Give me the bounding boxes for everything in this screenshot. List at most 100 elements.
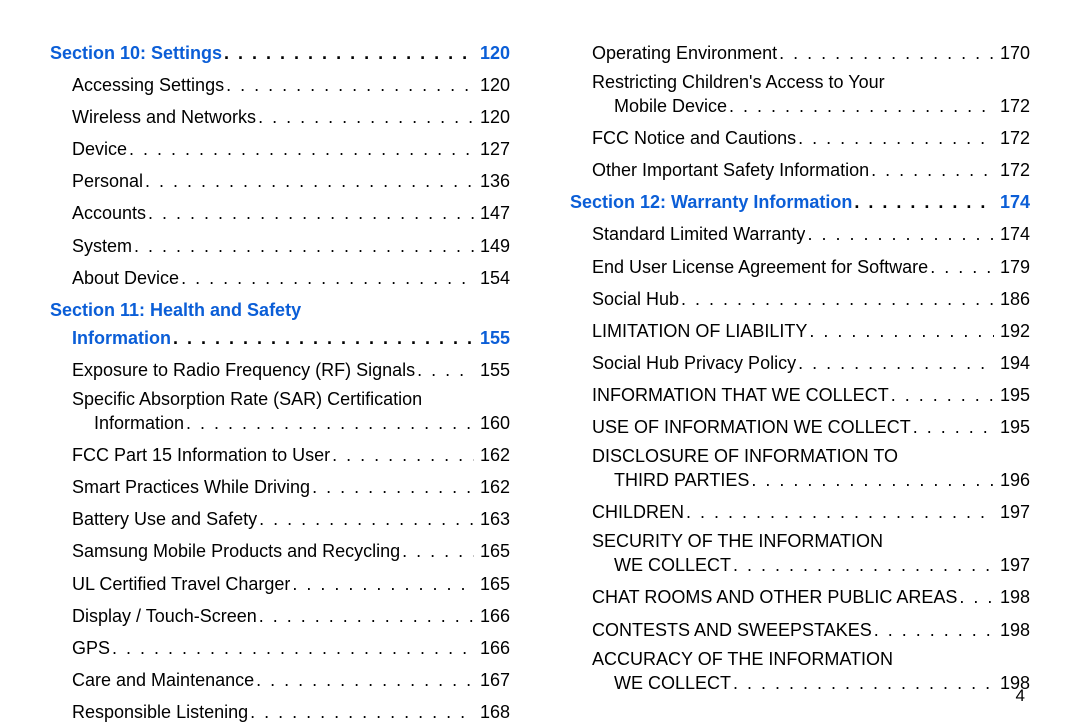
leader-dots xyxy=(226,72,474,98)
toc-entry-label: Other Important Safety Information xyxy=(592,157,869,183)
toc-entry[interactable]: Social Hub 186 xyxy=(570,286,1030,312)
toc-entry[interactable]: Exposure to Radio Frequency (RF) Signals… xyxy=(50,357,510,383)
toc-entry-label: Samsung Mobile Products and Recycling xyxy=(72,538,400,564)
leader-dots xyxy=(751,467,994,493)
toc-entry[interactable]: Accessing Settings120 xyxy=(50,72,510,98)
toc-entry[interactable]: End User License Agreement for Software1… xyxy=(570,254,1030,280)
toc-entry[interactable]: Samsung Mobile Products and Recycling165 xyxy=(50,538,510,564)
toc-entry-label: UL Certified Travel Charger xyxy=(72,571,290,597)
toc-entry[interactable]: UL Certified Travel Charger 165 xyxy=(50,571,510,597)
toc-section-label: Section 12: Warranty Information xyxy=(570,189,852,215)
leader-dots xyxy=(181,265,474,291)
toc-entry-label: Social Hub xyxy=(592,286,679,312)
toc-page-number: 154 xyxy=(476,265,510,291)
toc-entry[interactable]: SECURITY OF THE INFORMATION xyxy=(570,531,1030,552)
toc-page-number: 165 xyxy=(476,571,510,597)
leader-dots xyxy=(312,474,474,500)
toc-page-number: 197 xyxy=(996,499,1030,525)
toc-entry[interactable]: Operating Environment170 xyxy=(570,40,1030,66)
toc-entry[interactable]: System149 xyxy=(50,233,510,259)
toc-entry-label: Social Hub Privacy Policy xyxy=(592,350,796,376)
toc-entry[interactable]: Care and Maintenance167 xyxy=(50,667,510,693)
toc-page-number: 149 xyxy=(476,233,510,259)
toc-section-heading[interactable]: Section 12: Warranty Information 174 xyxy=(570,189,1030,215)
toc-entry[interactable]: Restricting Children's Access to Your xyxy=(570,72,1030,93)
toc-page-number: 174 xyxy=(996,221,1030,247)
toc-entry[interactable]: ACCURACY OF THE INFORMATION xyxy=(570,649,1030,670)
toc-entry[interactable]: Responsible Listening168 xyxy=(50,699,510,725)
toc-section-heading-cont[interactable]: Information155 xyxy=(50,325,510,351)
toc-section-heading[interactable]: Section 11: Health and Safety xyxy=(50,297,510,323)
toc-section-label: Section 10: Settings xyxy=(50,40,222,66)
toc-entry[interactable]: Standard Limited Warranty 174 xyxy=(570,221,1030,247)
toc-page-number: 174 xyxy=(996,189,1030,215)
toc-entry[interactable]: INFORMATION THAT WE COLLECT195 xyxy=(570,382,1030,408)
toc-entry[interactable]: Smart Practices While Driving162 xyxy=(50,474,510,500)
toc-entry[interactable]: DISCLOSURE OF INFORMATION TO xyxy=(570,446,1030,467)
toc-page-number: 179 xyxy=(996,254,1030,280)
toc-entry-label: Standard Limited Warranty xyxy=(592,221,805,247)
toc-page-number: 166 xyxy=(476,635,510,661)
toc-entry-label: Information xyxy=(94,410,184,436)
toc-entry[interactable]: CONTESTS AND SWEEPSTAKES198 xyxy=(570,617,1030,643)
leader-dots xyxy=(798,350,994,376)
toc-entry-cont[interactable]: Information 160 xyxy=(50,410,510,436)
toc-entry[interactable]: FCC Part 15 Information to User 162 xyxy=(50,442,510,468)
toc-page-number: 186 xyxy=(996,286,1030,312)
toc-entry[interactable]: GPS166 xyxy=(50,635,510,661)
leader-dots xyxy=(779,40,994,66)
toc-entry[interactable]: Display / Touch-Screen166 xyxy=(50,603,510,629)
toc-entry-label: Device xyxy=(72,136,127,162)
leader-dots xyxy=(686,499,994,525)
toc-entry[interactable]: Specific Absorption Rate (SAR) Certifica… xyxy=(50,389,510,410)
leader-dots xyxy=(733,552,994,578)
toc-entry[interactable]: Social Hub Privacy Policy194 xyxy=(570,350,1030,376)
leader-dots xyxy=(681,286,994,312)
toc-entry-label: Wireless and Networks xyxy=(72,104,256,130)
leader-dots xyxy=(145,168,474,194)
leader-dots xyxy=(729,93,994,119)
leader-dots xyxy=(259,603,474,629)
toc-entry[interactable]: CHAT ROOMS AND OTHER PUBLIC AREAS198 xyxy=(570,584,1030,610)
toc-entry[interactable]: Wireless and Networks120 xyxy=(50,104,510,130)
toc-page-number: 127 xyxy=(476,136,510,162)
toc-entry[interactable]: Battery Use and Safety 163 xyxy=(50,506,510,532)
toc-page-number: 136 xyxy=(476,168,510,194)
leader-dots xyxy=(930,254,994,280)
toc-left-column: Section 10: Settings120Accessing Setting… xyxy=(50,40,510,680)
toc-entry[interactable]: Personal136 xyxy=(50,168,510,194)
toc-entry-cont[interactable]: WE COLLECT197 xyxy=(570,552,1030,578)
toc-entry-cont[interactable]: Mobile Device172 xyxy=(570,93,1030,119)
leader-dots xyxy=(959,584,994,610)
leader-dots xyxy=(148,200,474,226)
toc-entry-label: FCC Part 15 Information to User xyxy=(72,442,330,468)
toc-page-number: 163 xyxy=(476,506,510,532)
toc-entry-label: CHILDREN xyxy=(592,499,684,525)
toc-entry-cont[interactable]: WE COLLECT198 xyxy=(570,670,1030,696)
toc-entry[interactable]: LIMITATION OF LIABILITY192 xyxy=(570,318,1030,344)
toc-entry-label: THIRD PARTIES xyxy=(614,467,749,493)
leader-dots xyxy=(112,635,474,661)
toc-entry-cont[interactable]: THIRD PARTIES196 xyxy=(570,467,1030,493)
toc-entry[interactable]: About Device154 xyxy=(50,265,510,291)
leader-dots xyxy=(417,357,474,383)
toc-page-number: 120 xyxy=(476,72,510,98)
toc-page-number: 198 xyxy=(996,617,1030,643)
toc-entry[interactable]: USE OF INFORMATION WE COLLECT195 xyxy=(570,414,1030,440)
toc-entry[interactable]: CHILDREN 197 xyxy=(570,499,1030,525)
toc-entry[interactable]: Other Important Safety Information172 xyxy=(570,157,1030,183)
leader-dots xyxy=(256,667,474,693)
leader-dots xyxy=(891,382,994,408)
toc-entry[interactable]: Accounts147 xyxy=(50,200,510,226)
toc-entry[interactable]: Device 127 xyxy=(50,136,510,162)
leader-dots xyxy=(173,325,474,351)
toc-page-number: 160 xyxy=(476,410,510,436)
leader-dots xyxy=(733,670,994,696)
toc-section-heading[interactable]: Section 10: Settings120 xyxy=(50,40,510,66)
toc-page-number: 162 xyxy=(476,442,510,468)
toc-entry-label: Display / Touch-Screen xyxy=(72,603,257,629)
toc-entry-label: Battery Use and Safety xyxy=(72,506,257,532)
toc-entry-label: Responsible Listening xyxy=(72,699,248,725)
toc-entry[interactable]: FCC Notice and Cautions172 xyxy=(570,125,1030,151)
toc-columns: Section 10: Settings120Accessing Setting… xyxy=(50,40,1030,680)
